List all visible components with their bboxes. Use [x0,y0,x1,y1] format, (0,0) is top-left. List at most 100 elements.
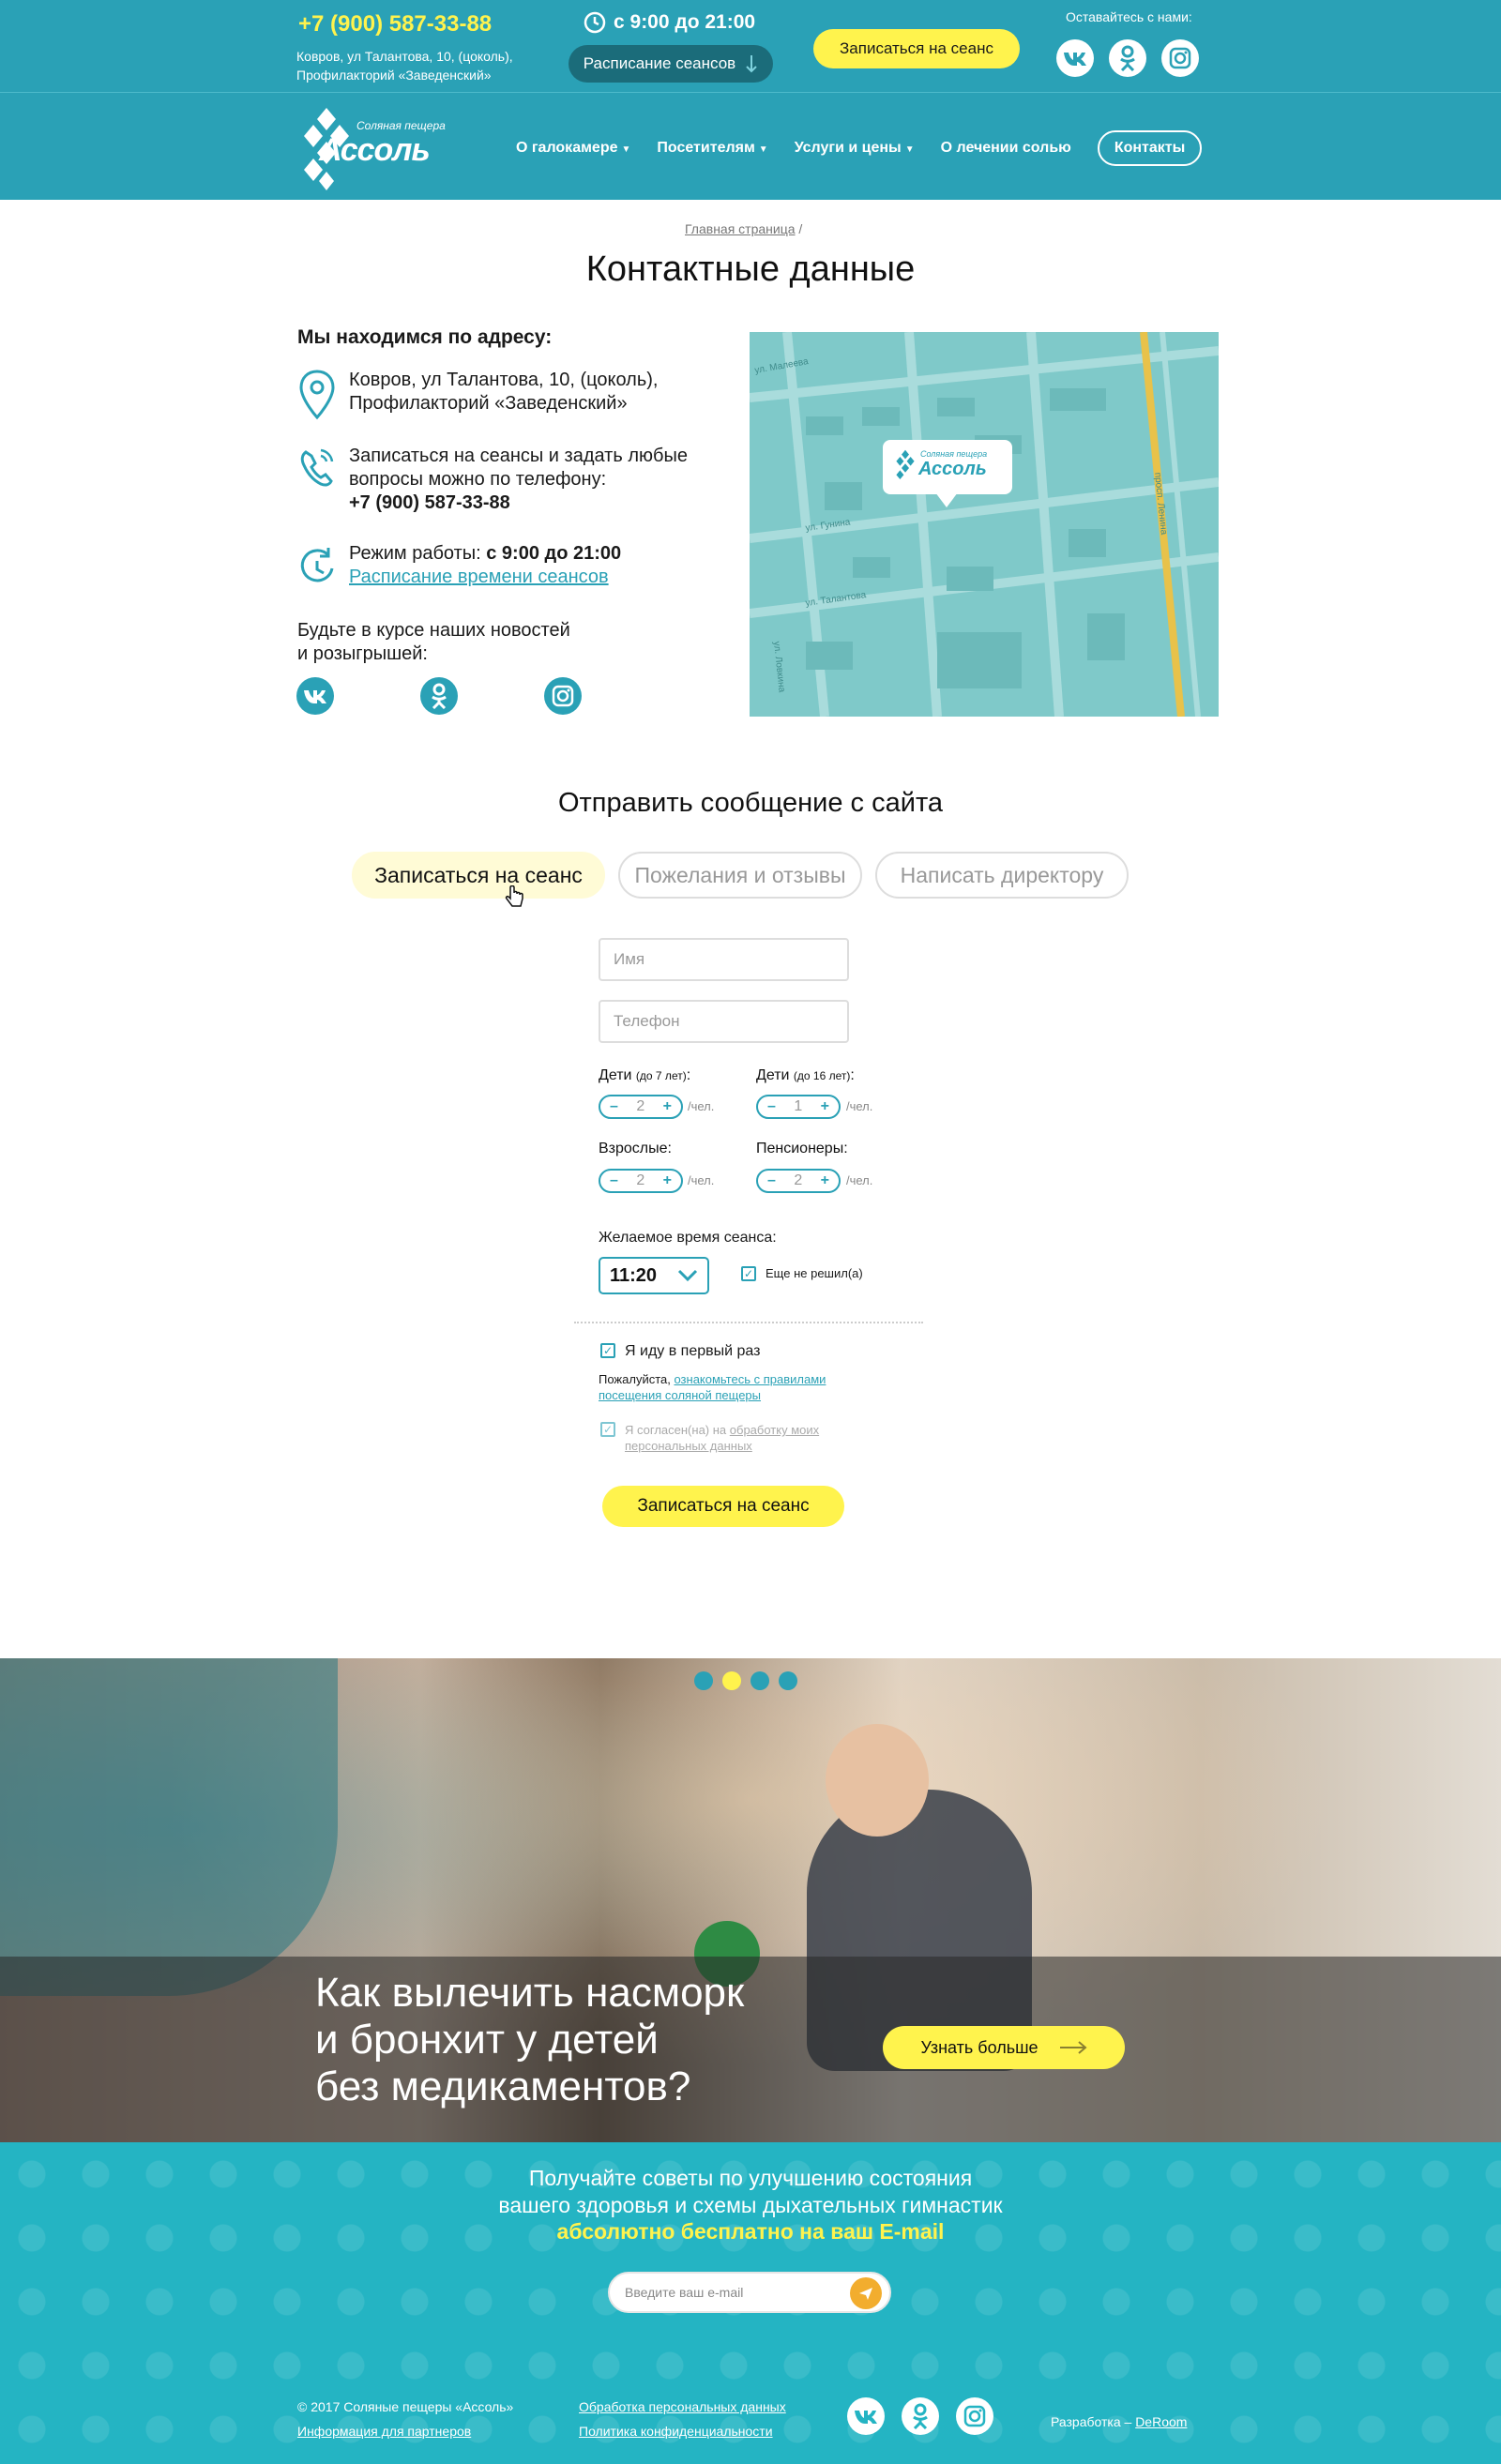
caret-down-icon: ▼ [758,144,768,155]
vk-icon[interactable] [847,2397,885,2435]
children-under7-stepper[interactable]: – 2 + [599,1095,683,1119]
map-streets-graphic: ул. Малеева ул. Гунина ул. Талантова про… [750,332,1219,717]
nav-item-visitors[interactable]: Посетителям ▼ [657,140,767,157]
vk-icon[interactable] [296,677,334,715]
slider-dot-active[interactable] [722,1671,741,1690]
newsletter-text: Получайте советы по улучшению состояния … [0,2165,1501,2219]
name-input[interactable] [599,938,849,981]
submit-booking-button[interactable]: Записаться на сеанс [602,1486,844,1527]
instagram-icon[interactable] [956,2397,993,2435]
odnoklassniki-icon[interactable] [902,2397,939,2435]
nav-item-salt-treatment[interactable]: О лечении солью [941,140,1071,157]
pensioners-stepper[interactable]: – 2 + [756,1169,841,1193]
per-person-label: /чел. [688,1099,715,1113]
odnoklassniki-icon[interactable] [420,677,458,715]
clock-refresh-icon [300,548,334,582]
breadcrumb-home-link[interactable]: Главная страница [685,221,796,236]
logo[interactable]: Соляная пещера Ассоль [298,106,458,190]
instagram-icon[interactable] [544,677,582,715]
book-session-button[interactable]: Записаться на сеанс [813,29,1020,68]
news-text: Будьте в курсе наших новостей и розыгрыш… [297,619,570,666]
logo-diamond-icon [896,449,915,479]
checkbox-checked-icon: ✓ [600,1422,615,1437]
contact-phone[interactable]: +7 (900) 587-33-88 [349,491,688,515]
schedule-button[interactable]: Расписание сеансов [569,45,773,83]
logo-name: Ассоль [319,132,431,168]
phone-input[interactable] [599,1000,849,1043]
session-time-label: Желаемое время сеанса: [599,1230,777,1246]
tab-book-session[interactable]: Записаться на сеанс [352,852,605,899]
privacy-link[interactable]: Политика конфиденциальности [579,2424,773,2439]
plus-button[interactable]: + [821,1098,829,1115]
news-line: и розыгрышей: [297,643,428,664]
rules-link[interactable]: посещения соляной пещеры [599,1388,761,1402]
banner-title: Как вылечить насморк и бронхит у детей б… [315,1970,841,2110]
adults-stepper[interactable]: – 2 + [599,1169,683,1193]
phone-text-line: вопросы можно по телефону: [349,469,607,490]
checkbox-checked-icon: ✓ [741,1266,756,1281]
consent-checkbox[interactable]: ✓ Я согласен(на) на обработку моих персон… [600,1422,819,1454]
location-map[interactable]: ул. Малеева ул. Гунина ул. Талантова про… [750,332,1219,717]
send-button[interactable] [850,2277,882,2309]
phone-icon [300,448,334,487]
tab-write-director[interactable]: Написать директору [875,852,1129,899]
schedule-link[interactable]: Расписание времени сеансов [349,566,621,589]
odnoklassniki-icon[interactable] [1109,39,1146,77]
email-input[interactable] [625,2283,831,2302]
minus-button[interactable]: – [610,1098,618,1115]
banner-title-line: Как вылечить насморк [315,1970,745,2016]
nav-item-services[interactable]: Услуги и цены ▼ [795,140,915,157]
children-under16-stepper[interactable]: – 1 + [756,1095,841,1119]
schedule-button-label: Расписание сеансов [583,54,736,72]
consent-link[interactable]: персональных данных [625,1439,752,1453]
rules-link[interactable]: ознакомьтесь с правилами [674,1372,826,1386]
developer-link[interactable]: DeRoom [1135,2414,1187,2429]
slider-dot[interactable] [750,1671,769,1690]
nav-item-contacts[interactable]: Контакты [1097,130,1203,166]
plus-button[interactable]: + [663,1098,672,1115]
breadcrumb: Главная страница / [685,221,802,236]
header-address-line: Ковров, ул Талантова, 10, (цоколь), [296,49,513,64]
consent-link[interactable]: обработку моих [730,1423,819,1437]
minus-button[interactable]: – [610,1172,618,1189]
map-marker-name: Ассоль [918,459,987,479]
newsletter-form [608,2272,891,2313]
tab-feedback[interactable]: Пожелания и отзывы [618,852,862,899]
newsletter-line: вашего здоровья и схемы дыхательных гимн… [498,2193,1003,2217]
map-street-label: просп. Ленина [1152,472,1169,536]
counter-label: Дети [756,1067,790,1083]
slider-dot[interactable] [694,1671,713,1690]
instagram-icon[interactable] [1161,39,1199,77]
hours-prefix: Режим работы: [349,543,487,564]
news-line: Будьте в курсе наших новостей [297,620,570,641]
counter-note: (до 7 лет) [635,1069,687,1082]
address-block: Ковров, ул Талантова, 10, (цоколь), Проф… [296,369,658,421]
plus-button[interactable]: + [663,1172,672,1189]
slider-dot[interactable] [779,1671,797,1690]
learn-more-button[interactable]: Узнать больше [883,2026,1125,2069]
developer-prefix: Разработка – [1051,2414,1136,2429]
first-time-checkbox[interactable]: ✓ Я иду в первый раз [600,1343,760,1360]
paper-plane-icon [859,2288,872,2300]
minus-button[interactable]: – [767,1172,776,1189]
plus-button[interactable]: + [821,1172,829,1189]
personal-data-link[interactable]: Обработка персональных данных [579,2399,786,2414]
consent-text: Я согласен(на) на обработку моих персонал… [625,1422,819,1454]
checkbox-checked-icon: ✓ [600,1343,615,1358]
map-marker[interactable]: Соляная пещера Ассоль [883,440,1012,507]
banner-adult-figure [0,1658,338,1996]
header-phone[interactable]: +7 (900) 587-33-88 [298,11,492,38]
per-person-label: /чел. [846,1099,873,1113]
nav-item-label: Услуги и цены [794,140,902,156]
session-time-select[interactable]: 11:20 [599,1257,709,1294]
nav-item-halochamber[interactable]: О галокамере ▼ [516,140,630,157]
session-time-value: 11:20 [610,1264,658,1286]
partners-link[interactable]: Информация для партнеров [297,2424,471,2439]
children-under7-label: Дети (до 7 лет): [599,1067,690,1084]
minus-button[interactable]: – [767,1098,776,1115]
undecided-checkbox[interactable]: ✓ Еще не решил(а) [741,1266,863,1281]
header-hours: с 9:00 до 21:00 [584,11,755,34]
hours-value: с 9:00 до 21:00 [486,543,622,564]
vk-icon[interactable] [1056,39,1094,77]
stepper-value: 1 [794,1098,803,1114]
